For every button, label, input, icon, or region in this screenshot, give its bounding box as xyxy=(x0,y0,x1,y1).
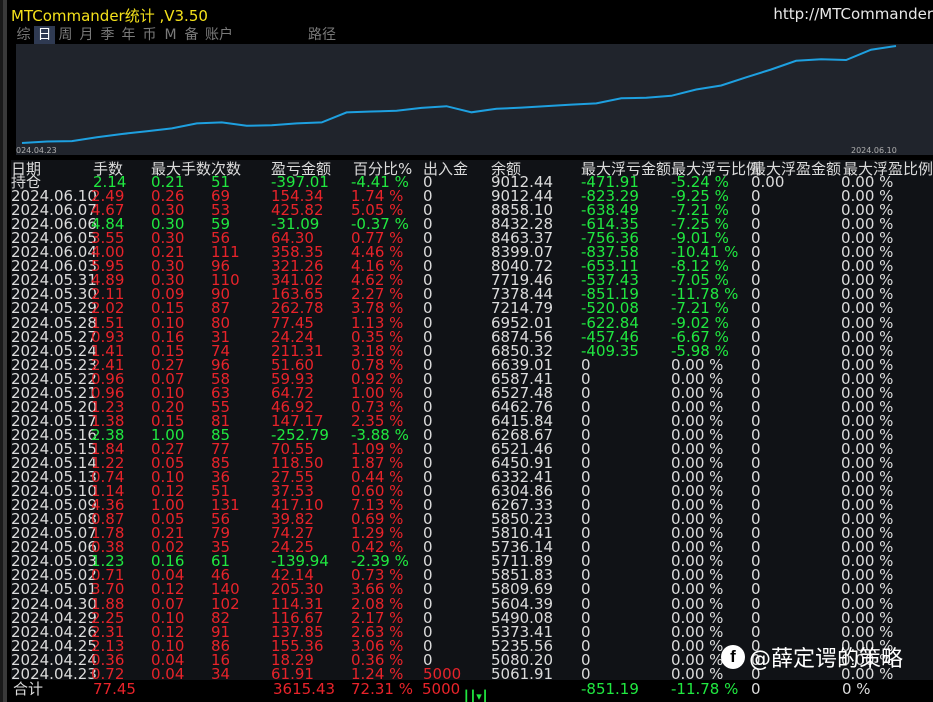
table-row: 2024.05.09 4.36 1.00 131 417.10 7.13 % 0 6267.3… xyxy=(3,497,933,513)
table-row: 2024.05.30 2.11 0.09 90 163.65 2.27 % 0 7378.44… xyxy=(3,286,933,302)
window-title: MTCommander统计 ,V3.50 xyxy=(11,7,208,25)
tab-path[interactable]: 路径 xyxy=(308,26,336,44)
tab-3[interactable]: 月 xyxy=(76,26,97,44)
table-row: 2024.06.10 2.49 0.26 69 154.34 1.74 % 0 9012.44… xyxy=(3,188,933,204)
scroll-indicator[interactable]: ┃┃▾┃ xyxy=(463,690,488,702)
total-io: 5000 xyxy=(422,680,461,698)
total-pct: 72.31 % xyxy=(351,680,413,698)
tab-1[interactable]: 日 xyxy=(34,26,55,44)
chart-end-date: 2024.06.10 xyxy=(851,146,897,155)
total-lots: 77.45 xyxy=(93,680,136,698)
stats-window: MTCommander统计 ,V3.50 http://MTCommander … xyxy=(0,0,933,702)
table-row: 2024.05.15 1.84 0.27 77 70.55 1.09 % 0 6521.46 0… xyxy=(3,441,933,457)
chart-start-date: 024.04.23 xyxy=(16,146,57,155)
total-float-loss-pct: -11.78 % xyxy=(671,680,739,698)
table-row: 2024.05.03 1.23 0.16 61 -139.94 -2.39 % 0 5711.… xyxy=(3,553,933,569)
tab-7[interactable]: M xyxy=(160,26,181,44)
website-link[interactable]: http://MTCommander xyxy=(773,5,933,23)
table-row: 2024.05.02 0.71 0.04 46 42.14 0.73 % 0 5851.83 0… xyxy=(3,567,933,583)
table-row: 2024.05.08 0.87 0.05 56 39.82 0.69 % 0 5850.23 0… xyxy=(3,511,933,527)
table-row: 2024.06.05 3.55 0.30 56 64.30 0.77 % 0 8463.37-… xyxy=(3,230,933,246)
watermark-text: @薛定谔的策略 xyxy=(749,647,904,672)
tab-5[interactable]: 年 xyxy=(118,26,139,44)
tab-9[interactable]: 账户 xyxy=(202,26,236,44)
tab-6[interactable]: 币 xyxy=(139,26,160,44)
table-row: 2024.04.30 1.88 0.07 102 114.31 2.08 % 0 5604.3… xyxy=(3,596,933,612)
table-row: 2024.05.06 0.38 0.02 35 24.25 0.42 % 0 5736.14 0… xyxy=(3,539,933,555)
table-row: 2024.05.29 2.02 0.15 87 262.78 3.78 % 0 7214.79… xyxy=(3,300,933,316)
table-row: 2024.04.29 2.25 0.10 82 116.67 2.17 % 0 5490.08… xyxy=(3,610,933,626)
table-row: 2024.05.14 1.22 0.05 85 118.50 1.87 % 0 6450.91… xyxy=(3,455,933,471)
table-row: 持仓 2.14 0.21 51 -397.01 -4.41 % 0 9012.44 -471.9… xyxy=(3,174,933,190)
table-row: 2024.06.07 4.67 0.30 53 425.82 5.05 % 0 8858.10… xyxy=(3,202,933,218)
total-float-profit-pct: 0 % xyxy=(842,680,871,698)
table-row: 2024.05.23 2.41 0.27 96 51.60 0.78 % 0 6639.01 0… xyxy=(3,357,933,373)
table-row: 2024.05.17 1.38 0.15 81 147.17 2.35 % 0 6415.84… xyxy=(3,413,933,429)
table-row: 2024.04.26 2.31 0.12 91 137.85 2.63 % 0 5373.41… xyxy=(3,624,933,640)
equity-chart-svg xyxy=(21,45,897,144)
tab-8[interactable]: 备 xyxy=(181,26,202,44)
table-row: 2024.05.24 1.41 0.15 74 211.31 3.18 % 0 6850.32… xyxy=(3,343,933,359)
table-row: 2024.06.06 4.84 0.30 59 -31.09 -0.37 % 0 8432.2… xyxy=(3,216,933,232)
table-row: 2024.05.28 1.51 0.10 80 77.45 1.13 % 0 6952.01-… xyxy=(3,315,933,331)
facebook-logo-icon: f xyxy=(721,645,745,669)
table-row: 2024.05.22 0.96 0.07 58 59.93 0.92 % 0 6587.41 0… xyxy=(3,371,933,387)
table-row: 2024.05.01 3.70 0.12 140 205.30 3.66 % 0 5809.6… xyxy=(3,581,933,597)
total-pnl: 3615.43 xyxy=(273,680,336,698)
table-row: 2024.05.21 0.96 0.10 63 64.72 1.00 % 0 6527.48 0… xyxy=(3,385,933,401)
table-row: 2024.05.13 0.74 0.10 36 27.55 0.44 % 0 6332.41 0… xyxy=(3,469,933,485)
equity-line xyxy=(21,45,897,144)
table-row: 2024.05.07 1.78 0.21 79 74.27 1.29 % 0 5810.41 0… xyxy=(3,525,933,541)
table-row: 2024.05.31 4.89 0.30 110 341.02 4.62 % 0 7719.4… xyxy=(3,272,933,288)
tab-0[interactable]: 综 xyxy=(13,26,34,44)
tab-2[interactable]: 周 xyxy=(55,26,76,44)
table-row: 2024.06.03 5.95 0.30 96 321.26 4.16 % 0 8040.72… xyxy=(3,258,933,274)
table-row: 2024.06.04 4.00 0.21 111 358.35 4.46 % 0 8399.0… xyxy=(3,244,933,260)
table-row: 2024.05.10 1.14 0.12 51 37.53 0.60 % 0 6304.86 0… xyxy=(3,483,933,499)
table-row: 2024.05.27 0.93 0.16 31 24.24 0.35 % 0 6874.56-… xyxy=(3,329,933,345)
table-row: 2024.05.16 2.38 1.00 85 -252.79 -3.88 % 0 6268.… xyxy=(3,427,933,443)
total-float-profit: 0 xyxy=(751,680,761,698)
table-row: 2024.05.20 1.23 0.20 55 46.92 0.73 % 0 6462.76 0… xyxy=(3,399,933,415)
total-label: 合计 xyxy=(13,680,44,698)
watermark: f @薛定谔的策略 xyxy=(721,642,903,672)
total-float-loss: -851.19 xyxy=(581,680,639,698)
period-tabs: 综日周月季年币 M 备账户 xyxy=(13,26,236,44)
tab-4[interactable]: 季 xyxy=(97,26,118,44)
equity-chart xyxy=(16,44,933,155)
